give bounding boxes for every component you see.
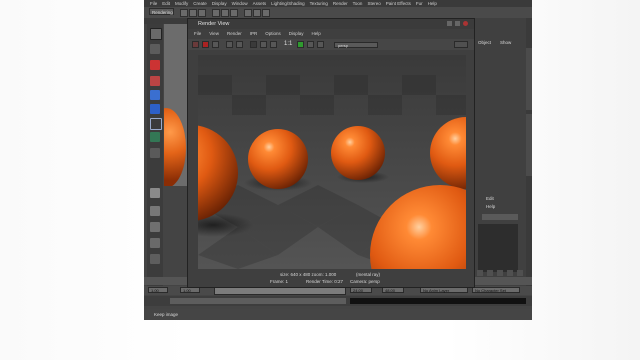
rv-menu-view[interactable]: View xyxy=(209,30,219,37)
render-canvas xyxy=(198,55,466,269)
menu-create[interactable]: Create xyxy=(193,0,207,7)
rv-menu-display[interactable]: Display xyxy=(289,30,304,37)
play-forward-icon[interactable] xyxy=(497,270,503,276)
select-object-button[interactable] xyxy=(221,9,229,17)
outliner-layout-icon[interactable] xyxy=(150,254,160,264)
command-result xyxy=(350,298,526,304)
real-size-button[interactable]: 1:1 xyxy=(284,41,292,47)
rv-menu-options[interactable]: Options xyxy=(265,30,281,37)
rendered-image xyxy=(198,55,466,269)
frame-label: Frame: 1 xyxy=(270,279,289,284)
remove-image-icon[interactable] xyxy=(307,41,314,48)
display-settings-icon[interactable] xyxy=(317,41,324,48)
soft-mod-icon[interactable] xyxy=(150,132,160,142)
rv-menu-ipr[interactable]: IPR xyxy=(250,30,258,37)
snap-grid-button[interactable] xyxy=(244,9,252,17)
move-tool-icon[interactable] xyxy=(150,76,160,86)
redo-render-icon[interactable] xyxy=(192,41,199,48)
maximize-icon[interactable] xyxy=(455,21,460,26)
side-tab-strip xyxy=(526,18,532,288)
rv-menu-file[interactable]: File xyxy=(194,30,201,37)
menu-assets[interactable]: Assets xyxy=(253,0,267,7)
lasso-tool-icon[interactable] xyxy=(150,44,160,54)
snap-curve-button[interactable] xyxy=(253,9,261,17)
orange-sphere-mid xyxy=(331,126,385,180)
go-to-end-icon[interactable] xyxy=(517,270,523,276)
minimize-icon[interactable] xyxy=(447,21,452,26)
refresh-ipr-icon[interactable] xyxy=(212,41,219,48)
render-info: size: 640 x 480 zoom: 1.000 (mental ray)… xyxy=(188,271,474,287)
rgb-channel-icon[interactable] xyxy=(250,41,257,48)
ipr-render-icon[interactable] xyxy=(202,41,209,48)
orange-sphere-mid-left xyxy=(248,129,308,189)
go-to-start-icon[interactable] xyxy=(477,270,483,276)
menu-display[interactable]: Display xyxy=(212,0,227,7)
render-view-title: Render View xyxy=(188,19,474,29)
snapshot-icon[interactable] xyxy=(236,41,243,48)
camera-select[interactable]: persp xyxy=(334,42,378,48)
snap-point-button[interactable] xyxy=(262,9,270,17)
paint-select-icon[interactable] xyxy=(150,60,160,70)
mode-selector[interactable]: Rendering xyxy=(149,8,174,15)
menu-help[interactable]: Help xyxy=(428,0,437,7)
menu-paint-effects[interactable]: Paint Effects xyxy=(386,0,411,7)
menu-stereo[interactable]: Stereo xyxy=(367,0,380,7)
camera-label: Camera: persp xyxy=(350,279,380,284)
main-menu-bar: File Edit Modify Create Display Window A… xyxy=(144,0,532,7)
start-time-field[interactable]: 1.00 xyxy=(148,287,168,293)
menu-window[interactable]: Window xyxy=(232,0,248,7)
single-pane-layout-icon[interactable] xyxy=(150,188,160,198)
select-hierarchy-button[interactable] xyxy=(212,9,220,17)
command-line xyxy=(144,296,532,306)
menu-texturing[interactable]: Texturing xyxy=(310,0,328,7)
menu-file[interactable]: File xyxy=(150,0,157,7)
menu-lighting[interactable]: Lighting/Shading xyxy=(271,0,305,7)
luminance-icon[interactable] xyxy=(270,41,277,48)
two-pane-layout-icon[interactable] xyxy=(150,222,160,232)
channel-box-tab[interactable] xyxy=(526,114,532,176)
close-icon[interactable] xyxy=(463,21,468,26)
range-bar[interactable] xyxy=(214,287,346,295)
menu-modify[interactable]: Modify xyxy=(175,0,188,7)
playback-controls xyxy=(473,18,525,288)
select-component-button[interactable] xyxy=(230,9,238,17)
last-tool-icon[interactable] xyxy=(150,148,160,158)
rotate-tool-icon[interactable] xyxy=(150,90,160,100)
sphere-in-viewport xyxy=(164,108,186,186)
toolbox xyxy=(147,24,163,286)
step-back-icon[interactable] xyxy=(487,270,493,276)
menu-edit[interactable]: Edit xyxy=(162,0,170,7)
help-line: Keep image xyxy=(144,309,532,320)
persp-viewport[interactable] xyxy=(164,24,188,186)
exposure-controls[interactable] xyxy=(454,41,468,48)
render-region-icon[interactable] xyxy=(226,41,233,48)
rv-menu-help[interactable]: Help xyxy=(312,30,321,37)
attribute-editor-tab[interactable] xyxy=(526,48,532,110)
render-view-menu: File View Render IPR Options Display Hel… xyxy=(188,30,474,37)
scale-tool-icon[interactable] xyxy=(150,104,160,114)
open-scene-button[interactable] xyxy=(189,9,197,17)
menu-render[interactable]: Render xyxy=(333,0,348,7)
render-view-window: Render View File View Render IPR Options… xyxy=(187,18,475,288)
select-tool-icon[interactable] xyxy=(150,28,162,40)
keep-image-icon[interactable] xyxy=(297,41,304,48)
render-size-status: size: 640 x 480 zoom: 1.000 xyxy=(280,272,337,277)
menu-toon[interactable]: Toon xyxy=(353,0,363,7)
four-pane-layout-icon[interactable] xyxy=(150,206,160,216)
alpha-channel-icon[interactable] xyxy=(260,41,267,48)
manipulator-tool-icon[interactable] xyxy=(150,118,162,130)
renderer-label: (mental ray) xyxy=(356,272,381,277)
step-forward-icon[interactable] xyxy=(507,270,513,276)
rv-menu-render[interactable]: Render xyxy=(227,30,242,37)
save-scene-button[interactable] xyxy=(198,9,206,17)
render-time-label: Render Time: 0:27 xyxy=(306,279,344,284)
command-input[interactable] xyxy=(170,298,346,304)
menu-fur[interactable]: Fur xyxy=(416,0,423,7)
new-scene-button[interactable] xyxy=(180,9,188,17)
graph-layout-icon[interactable] xyxy=(150,238,160,248)
